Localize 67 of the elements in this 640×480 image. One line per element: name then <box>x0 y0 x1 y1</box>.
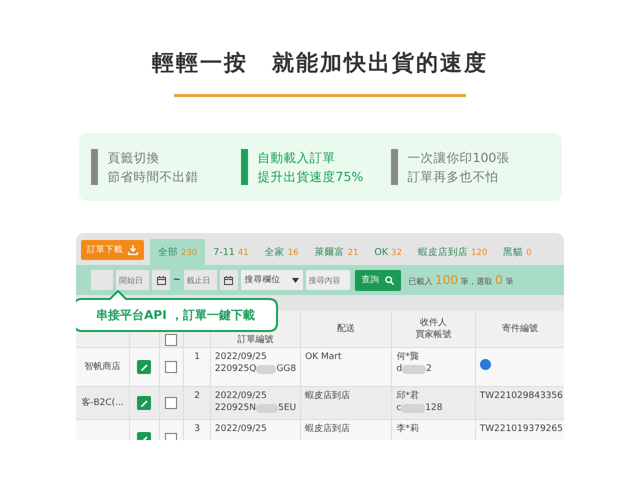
range-separator: ~ <box>173 275 181 285</box>
table-cell: d <box>396 363 402 375</box>
feature-text: 自動載入訂單 提升出貨速度75% <box>258 149 364 186</box>
feature-text: 一次讓你印100張 訂單再多也不怕 <box>408 149 510 186</box>
pencil-icon <box>140 362 149 372</box>
table-cell-text: 李*莉 <box>396 423 420 435</box>
table-cell: GG8 <box>276 363 296 375</box>
calendar-icon <box>224 276 234 284</box>
pencil-icon <box>140 398 149 408</box>
store-tab[interactable]: OK 32 <box>366 239 410 265</box>
blurred-text <box>256 364 276 374</box>
blurred-text <box>256 404 278 412</box>
edit-button[interactable] <box>137 396 152 410</box>
table-cell-text: 2022/09/25 <box>214 390 268 402</box>
store-tab[interactable]: 蝦皮店到店 120 <box>410 239 496 265</box>
table-cell-text: 2022/09/25 <box>214 423 268 435</box>
row-checkbox[interactable] <box>165 397 178 409</box>
store-tab[interactable]: 全部 230 <box>150 239 206 265</box>
table-cell: 128 <box>425 402 442 414</box>
download-icon <box>128 245 138 255</box>
column-header: 訂單編號 <box>238 334 274 346</box>
table-cell: TW221029843356 <box>480 390 560 402</box>
table-cell: 2 <box>426 363 432 375</box>
feature-text: 頁籤切換 節省時間不出錯 <box>108 149 198 186</box>
start-date-field[interactable]: 開始日 <box>116 270 149 290</box>
search-icon <box>384 276 394 284</box>
table-cell: 1 <box>194 351 200 363</box>
table-cell: 智帆商店 <box>84 361 121 373</box>
table-cell: 220925Q <box>214 363 256 375</box>
select-all-checkbox[interactable] <box>165 334 178 346</box>
edit-button[interactable] <box>137 360 152 374</box>
calendar-icon <box>156 276 166 284</box>
search-field[interactable]: 搜尋內容 <box>306 270 350 290</box>
table-cell: 客-B2C(... <box>81 397 124 409</box>
store-tab[interactable]: 黑貓 0 <box>495 239 540 265</box>
column-header: 配送 <box>337 323 356 335</box>
table-cell: 220925N <box>214 402 256 414</box>
table-cell-text: 何*龔 <box>396 351 420 363</box>
end-date-field[interactable]: 截止日 <box>184 270 217 290</box>
store-tab[interactable]: 全家 16 <box>256 239 307 265</box>
date-field[interactable] <box>91 270 113 290</box>
callout-text: 串接平台API ，訂單一鍵下載 <box>95 307 256 324</box>
search-field-dropdown[interactable]: 搜尋欄位 <box>240 270 303 290</box>
table-cell-text: OK Mart <box>305 351 342 363</box>
table-cell: 3 <box>194 423 200 435</box>
column-header: 收件人 買家帳號 <box>416 317 452 341</box>
caret-icon <box>292 278 299 282</box>
table-cell-text: 蝦皮店到店 <box>305 423 352 435</box>
table-cell: TW221019379265 <box>480 423 560 435</box>
table-cell-text: 蝦皮店到店 <box>305 390 352 402</box>
download-button[interactable]: 訂單下載 <box>81 240 144 260</box>
blurred-text <box>401 404 426 412</box>
selection-summary: 已載入 100 筆，選取 0 筆 <box>408 273 514 287</box>
headline: 輕輕一按 就能加快出貨的速度 <box>152 50 488 78</box>
table-cell: 5EU <box>278 402 296 414</box>
table-cell: c <box>396 402 402 414</box>
calendar-button[interactable] <box>152 270 170 290</box>
store-tab[interactable]: 7-11 41 <box>205 239 257 265</box>
store-tab[interactable]: 萊爾富 21 <box>306 239 366 265</box>
blurred-text <box>402 364 426 374</box>
column-header: 寄件編號 <box>502 323 538 335</box>
query-button[interactable]: 查詢 <box>354 270 401 290</box>
table-cell-text: 邱*君 <box>396 390 420 402</box>
table-cell-text: 2022/09/25 <box>214 351 268 363</box>
table-cell: 2 <box>194 390 200 402</box>
row-checkbox[interactable] <box>165 361 178 373</box>
calendar-button[interactable] <box>220 270 238 290</box>
